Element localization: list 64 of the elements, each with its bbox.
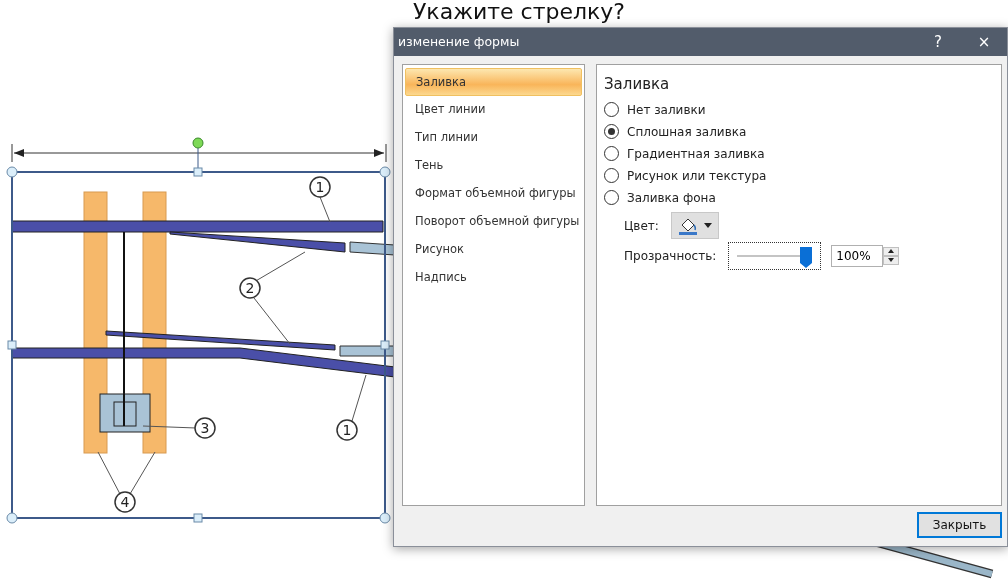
callout-number: 3 bbox=[200, 420, 210, 436]
spin-up-button[interactable] bbox=[883, 246, 900, 256]
radio-label[interactable]: Заливка фона bbox=[627, 188, 716, 207]
up-arrow-icon bbox=[888, 249, 895, 253]
radio-button[interactable] bbox=[604, 124, 619, 139]
callout-number: 2 bbox=[245, 280, 255, 296]
slider-thumb[interactable] bbox=[800, 246, 813, 268]
resize-handle[interactable] bbox=[193, 167, 203, 177]
leader-line bbox=[319, 196, 331, 223]
resize-handle[interactable] bbox=[7, 340, 17, 350]
radio-button[interactable] bbox=[604, 168, 619, 183]
category-item[interactable]: Надпись bbox=[405, 264, 582, 292]
close-dialog-button[interactable]: Закрыть bbox=[917, 512, 1002, 538]
section-title: Заливка bbox=[604, 74, 671, 95]
callout-number: 4 bbox=[120, 494, 130, 510]
category-item[interactable]: Тип линии bbox=[405, 124, 582, 152]
transparency-slider[interactable] bbox=[728, 241, 822, 270]
color-picker-button[interactable] bbox=[670, 212, 719, 239]
callout-circle bbox=[239, 277, 261, 299]
radio-button[interactable] bbox=[604, 190, 619, 205]
callout-circle bbox=[309, 176, 331, 198]
leader-line bbox=[351, 374, 367, 422]
category-item[interactable]: Цвет линии bbox=[405, 96, 582, 124]
rail-joint bbox=[349, 241, 395, 256]
radio-button[interactable] bbox=[604, 102, 619, 117]
rotation-handle[interactable] bbox=[192, 137, 204, 149]
resize-handle[interactable] bbox=[379, 512, 391, 524]
radio-button[interactable] bbox=[604, 146, 619, 161]
category-item[interactable]: Поворот объемной фигуры bbox=[405, 208, 582, 236]
callout-number: 1 bbox=[315, 179, 325, 195]
color-label: Цвет: bbox=[624, 217, 659, 235]
switch-mechanism-drawing bbox=[99, 393, 151, 433]
callout-circle bbox=[194, 417, 216, 439]
callout-number: 1 bbox=[342, 422, 352, 438]
caret-icon bbox=[703, 223, 712, 228]
leader-line bbox=[97, 451, 121, 495]
spin-down-button[interactable] bbox=[883, 255, 900, 265]
dialog-title: изменение формы bbox=[397, 32, 521, 51]
leader-line bbox=[129, 451, 156, 495]
rail-joint bbox=[339, 345, 395, 357]
percent-field[interactable]: 100% bbox=[831, 244, 884, 267]
leader-line bbox=[142, 425, 197, 429]
category-item[interactable]: Рисунок bbox=[405, 236, 582, 264]
radio-label[interactable]: Градиентная заливка bbox=[627, 144, 765, 163]
resize-handle[interactable] bbox=[380, 340, 390, 350]
radio-label[interactable]: Рисунок или текстура bbox=[627, 166, 767, 185]
category-item[interactable]: Формат объемной фигуры bbox=[405, 180, 582, 208]
callout-circle bbox=[114, 491, 136, 513]
transparency-label: Прозрачность: bbox=[624, 247, 717, 265]
leader-line bbox=[253, 297, 291, 345]
resize-handle[interactable] bbox=[193, 513, 203, 523]
category-item[interactable]: Заливка bbox=[405, 68, 582, 96]
close-button[interactable]: × bbox=[961, 28, 1007, 56]
radio-label[interactable]: Сплошная заливка bbox=[627, 122, 747, 141]
category-item[interactable]: Тень bbox=[405, 152, 582, 180]
down-arrow-icon bbox=[888, 258, 895, 262]
radio-label[interactable]: Нет заливки bbox=[627, 100, 706, 119]
resize-handle[interactable] bbox=[6, 166, 18, 178]
slide-title: Укажите стрелку? bbox=[412, 0, 626, 25]
resize-handle[interactable] bbox=[6, 512, 18, 524]
paint-bucket-icon bbox=[677, 216, 698, 235]
resize-handle[interactable] bbox=[379, 166, 391, 178]
callout-circle bbox=[336, 419, 358, 441]
help-button[interactable]: ? bbox=[915, 28, 961, 56]
